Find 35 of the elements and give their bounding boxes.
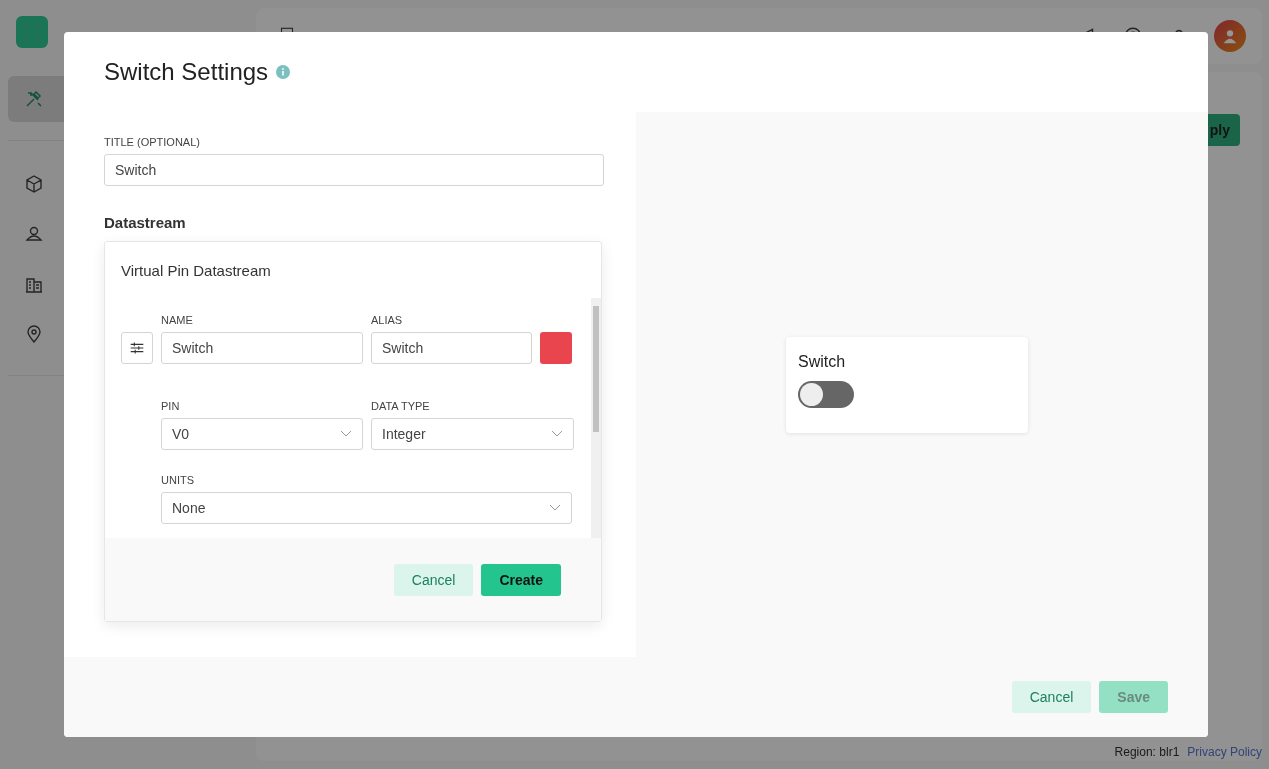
input-field[interactable]: Switch xyxy=(371,332,532,364)
field-label: TITLE (OPTIONAL) xyxy=(104,136,201,148)
scrollbar[interactable] xyxy=(591,298,601,538)
info-icon[interactable] xyxy=(276,65,291,79)
field-label: DATA TYPE xyxy=(371,400,431,412)
color-swatch[interactable] xyxy=(540,332,572,364)
dialog-title: Switch Settings xyxy=(104,58,269,86)
input-field[interactable]: Switch xyxy=(104,154,604,186)
user-avatar[interactable] xyxy=(1214,20,1246,52)
toggle-switch[interactable] xyxy=(798,380,854,408)
field-label: NAME xyxy=(161,314,194,326)
logo-icon xyxy=(16,16,48,48)
primary-button[interactable]: Create xyxy=(481,563,561,596)
select-field[interactable]: V0 xyxy=(161,418,363,450)
section-heading: Datastream xyxy=(104,214,187,231)
sidebar-icon xyxy=(24,174,44,194)
sidebar-icon xyxy=(24,89,44,109)
cancel-button[interactable]: Cancel xyxy=(393,563,474,596)
cancel-button[interactable]: Cancel xyxy=(1011,681,1092,713)
sidebar-icon xyxy=(24,324,44,344)
chevron-icon xyxy=(340,430,352,438)
sidebar-icon xyxy=(24,224,44,244)
region-text: Region: blr1 xyxy=(1114,745,1180,759)
field-label: PIN xyxy=(161,400,181,412)
card-title: Virtual Pin Datastream xyxy=(120,261,272,281)
chevron-icon xyxy=(551,430,563,438)
input-field[interactable]: Switch xyxy=(161,332,363,364)
select-field[interactable]: Integer xyxy=(371,418,574,450)
field-label: ALIAS xyxy=(371,314,404,326)
widget-title: Switch xyxy=(798,352,847,371)
chevron-icon xyxy=(549,504,561,512)
field-label: UNITS xyxy=(161,474,195,486)
sidebar-item[interactable] xyxy=(8,76,64,122)
settings-button[interactable] xyxy=(121,332,153,364)
select-field[interactable]: None xyxy=(161,492,572,524)
